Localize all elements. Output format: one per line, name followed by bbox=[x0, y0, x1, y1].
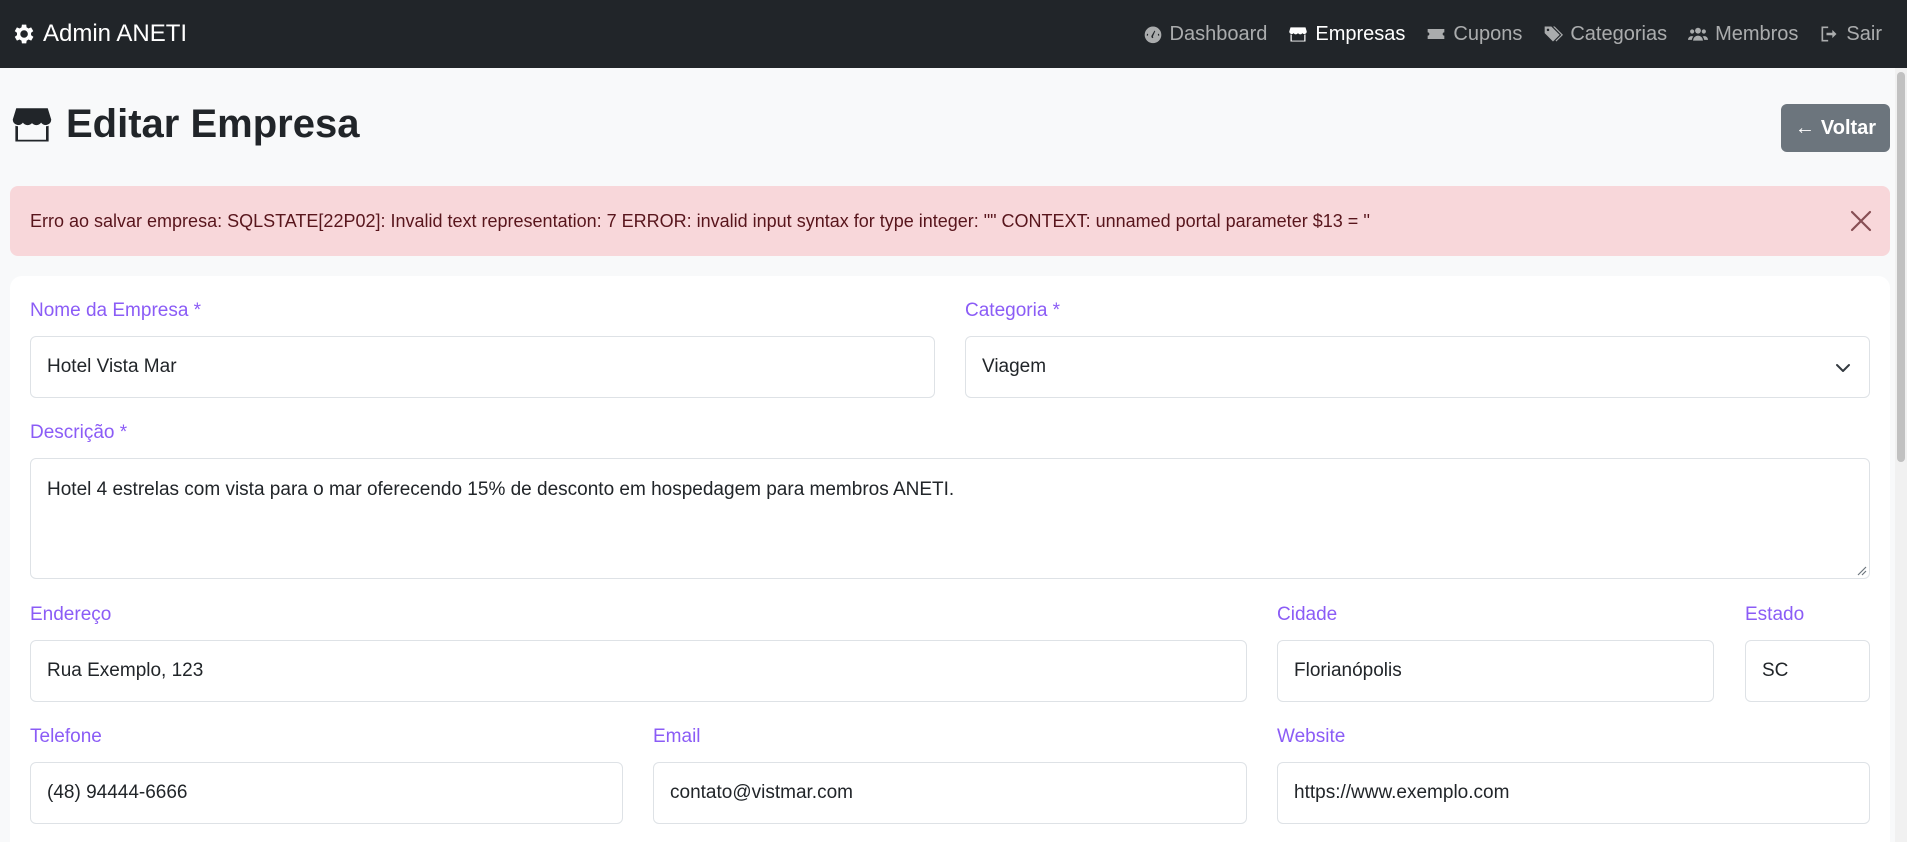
brand-link[interactable]: Admin ANETI bbox=[10, 0, 187, 68]
error-alert-message: Erro ao salvar empresa: SQLSTATE[22P02]:… bbox=[30, 210, 1371, 231]
nav-item-membros[interactable]: Membros bbox=[1687, 23, 1798, 46]
endereco-label: Endereço bbox=[30, 604, 112, 625]
website-input[interactable]: https://www.exemplo.com bbox=[1277, 762, 1870, 824]
nav-item-dashboard[interactable]: Dashboard bbox=[1142, 22, 1268, 46]
cidade-label: Cidade bbox=[1277, 604, 1338, 625]
nav-label-membros: Membros bbox=[1715, 22, 1799, 45]
tags-icon bbox=[1545, 26, 1564, 42]
email-input[interactable]: contato@vistmar.com bbox=[653, 762, 1247, 824]
page-title: Editar Empresa bbox=[66, 101, 360, 146]
ticket-icon bbox=[1428, 29, 1445, 39]
cidade-input[interactable]: Florianópolis bbox=[1277, 640, 1714, 702]
nav-item-categorias[interactable]: Categorias bbox=[1542, 23, 1667, 46]
estado-label: Estado bbox=[1745, 604, 1805, 625]
nav-item-cupons[interactable]: Cupons bbox=[1425, 23, 1522, 46]
nome-label: Nome da Empresa * bbox=[30, 300, 202, 321]
nav-label-empresas: Empresas bbox=[1315, 22, 1406, 45]
store-icon bbox=[1289, 27, 1308, 42]
nome-input[interactable]: Hotel Vista Mar bbox=[30, 336, 935, 398]
users-icon bbox=[1688, 27, 1709, 41]
descricao-value: Hotel 4 estrelas com vista para o mar of… bbox=[47, 479, 955, 500]
close-icon bbox=[1850, 210, 1872, 232]
gear-icon bbox=[14, 24, 34, 44]
arrow-left-icon: ← bbox=[1794, 116, 1815, 139]
nav-label-sair: Sair bbox=[1846, 22, 1882, 45]
back-button-label: Voltar bbox=[1820, 116, 1877, 139]
nav-item-empresas[interactable]: Empresas bbox=[1287, 23, 1405, 46]
estado-input[interactable]: SC bbox=[1745, 640, 1870, 702]
descricao-textarea[interactable]: Hotel 4 estrelas com vista para o mar of… bbox=[30, 458, 1870, 579]
chevron-down-icon bbox=[1836, 364, 1850, 372]
nav-item-sair[interactable]: Sair bbox=[1818, 23, 1882, 46]
categoria-label: Categoria * bbox=[965, 300, 1061, 321]
tachometer-icon bbox=[1144, 26, 1161, 44]
endereco-input[interactable]: Rua Exemplo, 123 bbox=[30, 640, 1247, 702]
telefone-input[interactable]: (48) 94444-6666 bbox=[30, 762, 623, 824]
email-label: Email bbox=[653, 726, 701, 747]
website-label: Website bbox=[1277, 726, 1346, 747]
categoria-select[interactable]: Viagem bbox=[965, 336, 1870, 398]
resize-grip-icon[interactable] bbox=[1855, 564, 1867, 576]
brand-label: Admin ANETI bbox=[43, 20, 188, 47]
nav-label-categorias: Categorias bbox=[1570, 22, 1668, 45]
top-navbar: Admin ANETI Dashboard Empresas Cupons Ca… bbox=[0, 0, 1907, 68]
descricao-label: Descrição * bbox=[30, 422, 128, 443]
alert-close-button[interactable] bbox=[1848, 208, 1874, 234]
error-alert: Erro ao salvar empresa: SQLSTATE[22P02]:… bbox=[10, 186, 1890, 256]
main-nav: Dashboard Empresas Cupons Categorias Mem… bbox=[1122, 0, 1882, 68]
back-button[interactable]: ← Voltar bbox=[1781, 104, 1890, 152]
telefone-label: Telefone bbox=[30, 726, 102, 747]
nav-label-cupons: Cupons bbox=[1453, 22, 1523, 45]
page-header: Editar Empresa bbox=[10, 96, 359, 152]
nav-label-dashboard: Dashboard bbox=[1169, 22, 1268, 45]
store-icon bbox=[12, 108, 52, 142]
categoria-selected-value: Viagem bbox=[982, 356, 1047, 377]
scrollbar-thumb[interactable] bbox=[1897, 72, 1905, 462]
sign-out-icon bbox=[1821, 26, 1837, 42]
